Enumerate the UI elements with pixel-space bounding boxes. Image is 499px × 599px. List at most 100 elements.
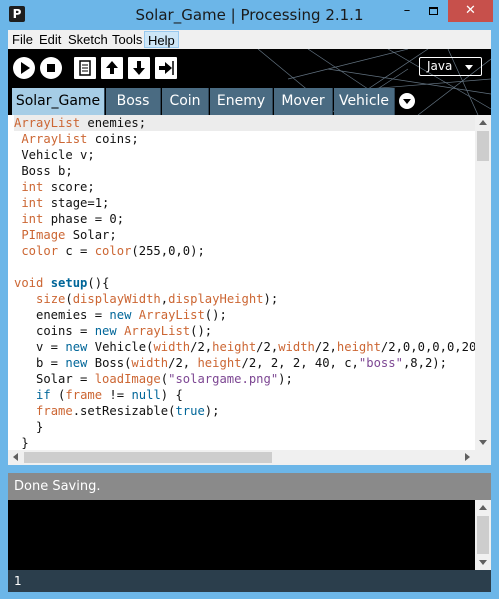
code-token: if bbox=[36, 388, 51, 402]
title-bar[interactable]: P Solar_Game | Processing 2.1.1 – ✕ bbox=[0, 0, 499, 30]
code-line[interactable]: int stage=1; bbox=[14, 195, 491, 211]
console-output[interactable] bbox=[8, 500, 491, 570]
code-token: ,8,2); bbox=[402, 356, 447, 370]
menu-edit[interactable]: Edit bbox=[36, 31, 64, 48]
new-icon bbox=[79, 60, 91, 76]
code-line[interactable]: v = new Vehicle(width/2,height/2,width/2… bbox=[14, 339, 491, 355]
code-token: displayHeight bbox=[168, 292, 264, 306]
code-token: height bbox=[336, 340, 381, 354]
code-token: ); bbox=[204, 404, 220, 418]
code-token: c = bbox=[58, 244, 95, 258]
chevron-down-icon bbox=[403, 99, 411, 104]
scroll-thumb[interactable] bbox=[24, 452, 272, 463]
code-token: } bbox=[14, 420, 44, 434]
code-line[interactable]: frame.setResizable(true); bbox=[14, 403, 491, 419]
code-token: /2, bbox=[190, 340, 213, 354]
code-token: int bbox=[21, 212, 44, 226]
new-button[interactable] bbox=[74, 57, 96, 79]
tab-vehicle[interactable]: Vehicle bbox=[334, 88, 395, 115]
code-line[interactable]: PImage Solar; bbox=[14, 227, 491, 243]
open-icon bbox=[106, 61, 118, 74]
menu-bar: File Edit Sketch Tools Help bbox=[8, 30, 491, 49]
export-button[interactable] bbox=[155, 57, 177, 79]
code-line[interactable]: int phase = 0; bbox=[14, 211, 491, 227]
code-token: null bbox=[131, 388, 161, 402]
code-token: size bbox=[36, 292, 66, 306]
console-scrollbar[interactable] bbox=[475, 500, 491, 570]
code-token: (){ bbox=[87, 276, 110, 290]
scroll-up-icon[interactable] bbox=[479, 120, 487, 125]
close-button[interactable]: ✕ bbox=[448, 0, 493, 22]
code-line[interactable]: ArrayList enemies; bbox=[14, 115, 476, 131]
code-line[interactable] bbox=[14, 259, 491, 275]
code-line[interactable]: Solar = loadImage("solargame.png"); bbox=[14, 371, 491, 387]
code-line[interactable]: int score; bbox=[14, 179, 491, 195]
maximize-icon bbox=[428, 6, 438, 15]
code-token: } bbox=[14, 436, 29, 450]
code-line[interactable]: Boss b; bbox=[14, 163, 491, 179]
menu-tools[interactable]: Tools bbox=[109, 31, 145, 48]
tab-coin[interactable]: Coin bbox=[162, 88, 209, 115]
editor-horizontal-scrollbar[interactable] bbox=[8, 450, 475, 465]
code-token: displayWidth bbox=[72, 292, 161, 306]
code-token: ( bbox=[65, 292, 73, 306]
save-icon bbox=[133, 61, 145, 75]
code-token: ArrayList bbox=[138, 308, 205, 322]
code-token: ArrayList bbox=[21, 132, 88, 146]
code-editor[interactable]: ArrayList enemies; ArrayList coins; Vehi… bbox=[8, 115, 491, 465]
menu-sketch[interactable]: Sketch bbox=[65, 31, 111, 48]
code-token: Vehicle v; bbox=[14, 148, 95, 162]
code-token: frame bbox=[36, 404, 73, 418]
minimize-button[interactable]: – bbox=[394, 0, 420, 22]
code-lines[interactable]: ArrayList enemies; ArrayList coins; Vehi… bbox=[14, 115, 491, 451]
code-line[interactable]: coins = new ArrayList(); bbox=[14, 323, 491, 339]
scroll-up-icon[interactable] bbox=[479, 505, 487, 510]
stop-icon bbox=[47, 64, 55, 72]
code-line[interactable]: ArrayList coins; bbox=[14, 131, 491, 147]
tab-enemy[interactable]: Enemy bbox=[210, 88, 273, 115]
scroll-thumb[interactable] bbox=[477, 516, 489, 554]
code-token: stage=1; bbox=[43, 196, 110, 210]
scroll-right-icon[interactable] bbox=[465, 453, 470, 461]
code-token: Boss b; bbox=[14, 164, 73, 178]
menu-file[interactable]: File bbox=[9, 31, 36, 48]
editor-vertical-scrollbar[interactable] bbox=[475, 115, 491, 450]
code-token: (); bbox=[204, 308, 227, 322]
save-button[interactable] bbox=[128, 57, 150, 79]
maximize-button[interactable] bbox=[420, 0, 446, 22]
code-line[interactable]: if (frame != null) { bbox=[14, 387, 491, 403]
code-token: void bbox=[14, 276, 44, 290]
code-token: ); bbox=[278, 372, 293, 386]
code-token: /2, 2, 2, 40, c, bbox=[241, 356, 359, 370]
open-button[interactable] bbox=[101, 57, 123, 79]
scroll-down-icon[interactable] bbox=[479, 560, 487, 565]
code-token: Vehicle( bbox=[87, 340, 154, 354]
code-line[interactable]: size(displayWidth,displayHeight); bbox=[14, 291, 491, 307]
tab-mover[interactable]: Mover bbox=[274, 88, 333, 115]
code-line[interactable]: } bbox=[14, 419, 491, 435]
code-line[interactable]: Vehicle v; bbox=[14, 147, 491, 163]
scroll-left-icon[interactable] bbox=[13, 453, 18, 461]
line-number-indicator: 1 bbox=[8, 570, 491, 592]
tab-solar-game[interactable]: Solar_Game bbox=[12, 88, 105, 115]
code-token: /2, bbox=[314, 340, 337, 354]
code-token: true bbox=[175, 404, 205, 418]
code-line[interactable]: void setup(){ bbox=[14, 275, 491, 291]
scroll-thumb[interactable] bbox=[477, 131, 489, 161]
stop-button[interactable] bbox=[40, 57, 62, 79]
code-line[interactable]: color c = color(255,0,0); bbox=[14, 243, 491, 259]
run-button[interactable] bbox=[13, 57, 35, 79]
tab-boss[interactable]: Boss bbox=[106, 88, 161, 115]
code-token: .setResizable( bbox=[72, 404, 176, 418]
code-token: setup bbox=[50, 276, 88, 290]
code-line[interactable]: enemies = new ArrayList(); bbox=[14, 307, 491, 323]
tab-menu-button[interactable] bbox=[399, 93, 415, 109]
code-line[interactable]: b = new Boss(width/2, height/2, 2, 2, 40… bbox=[14, 355, 491, 371]
code-line[interactable]: } bbox=[14, 435, 491, 451]
mode-select[interactable]: Java bbox=[419, 57, 482, 76]
menu-help[interactable]: Help bbox=[144, 31, 179, 48]
scroll-down-icon[interactable] bbox=[479, 440, 487, 445]
